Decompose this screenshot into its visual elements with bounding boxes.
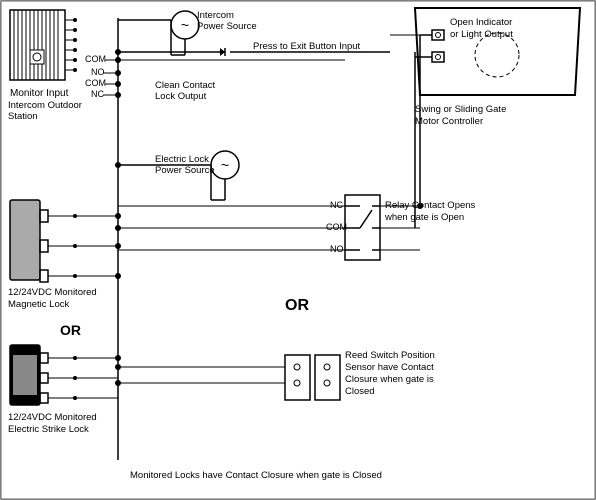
- svg-text:Sensor have Contact: Sensor have Contact: [345, 362, 434, 373]
- wiring-diagram: Monitor Input Intercom Outdoor Station ~…: [0, 0, 596, 500]
- svg-text:Electric Strike Lock: Electric Strike Lock: [8, 424, 89, 435]
- nc-label-1: NC: [91, 89, 104, 99]
- magnetic-lock-label: 12/24VDC Monitored: [8, 287, 97, 298]
- swing-gate-label: Swing or Sliding Gate: [415, 104, 506, 115]
- monitored-locks-label: Monitored Locks have Contact Closure whe…: [130, 470, 382, 481]
- clean-contact-label: Clean Contact: [155, 80, 216, 91]
- reed-switch-label: Reed Switch Position: [345, 350, 435, 361]
- no-label-1: NO: [91, 67, 105, 77]
- press-to-exit-label: Press to Exit Button Input: [253, 41, 361, 52]
- svg-text:Magnetic Lock: Magnetic Lock: [8, 299, 70, 310]
- intercom-power-source-label: Intercom: [197, 10, 234, 21]
- svg-text:Lock Output: Lock Output: [155, 91, 207, 102]
- svg-text:Closure when gate is: Closure when gate is: [345, 374, 434, 385]
- svg-text:Power Source: Power Source: [197, 21, 257, 32]
- no-relay-label: NO: [330, 244, 344, 254]
- electric-strike-label: 12/24VDC Monitored: [8, 412, 97, 423]
- svg-text:Station: Station: [8, 111, 38, 122]
- intercom-outdoor-station-label: Intercom Outdoor: [8, 100, 82, 111]
- open-indicator-label: Open Indicator: [450, 17, 512, 28]
- or-label-2: OR: [285, 297, 309, 314]
- or-label-1: OR: [60, 322, 81, 338]
- monitor-input-label: Monitor Input: [10, 88, 69, 99]
- svg-text:Power Source: Power Source: [155, 165, 215, 176]
- svg-text:Motor Controller: Motor Controller: [415, 116, 483, 127]
- svg-text:Closed: Closed: [345, 386, 375, 397]
- svg-text:~: ~: [181, 17, 189, 33]
- com-relay-label: COM: [326, 222, 347, 232]
- com-label-2: COM: [85, 78, 106, 88]
- electric-lock-power-label: Electric Lock: [155, 154, 209, 165]
- svg-text:~: ~: [221, 157, 229, 173]
- nc-relay-label: NC: [330, 200, 343, 210]
- relay-contact-label: Relay Contact Opens: [385, 200, 476, 211]
- svg-text:or Light Output: or Light Output: [450, 29, 513, 40]
- com-label-1: COM: [85, 54, 106, 64]
- svg-text:when gate is Open: when gate is Open: [384, 212, 464, 223]
